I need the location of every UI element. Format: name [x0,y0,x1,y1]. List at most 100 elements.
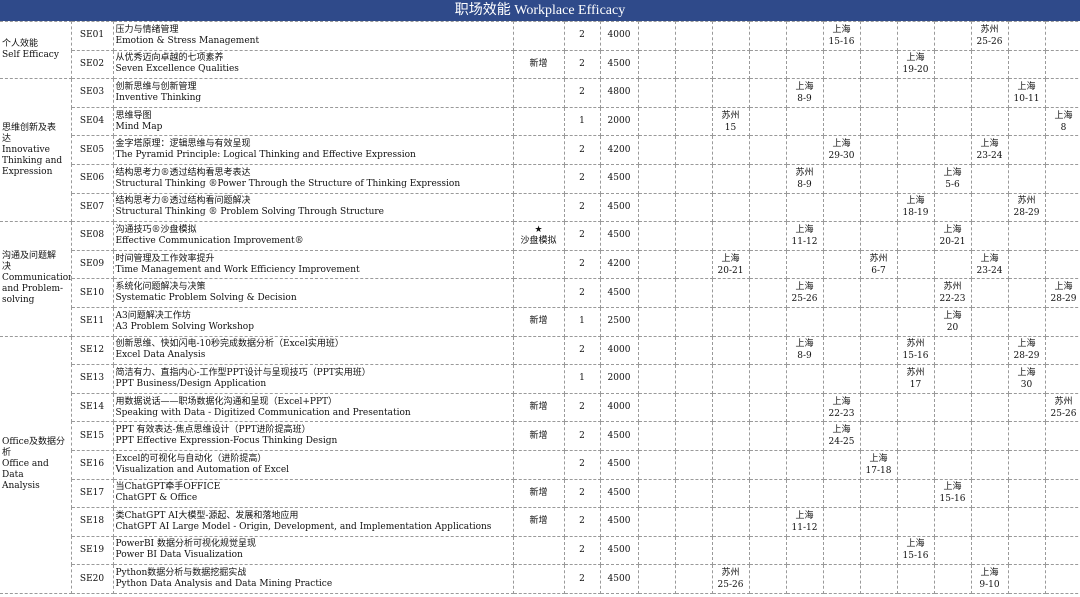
schedule-cell [859,278,898,308]
schedule-cell [822,106,861,137]
table-row: SE06 结构思考力®透过结构看思考表达 Structural Thinking ®… [0,163,1080,194]
table-row: SE18 类ChatGPT AI大模型-源起、发展和落地应用 ChatGPT AI … [0,507,1080,537]
schedule-city: 上海 [1054,282,1073,293]
schedule-cell [711,335,750,366]
table-row: SE19 PowerBI 数据分析可视化规觉呈现 Power BI Data Vis… [0,535,1080,566]
course-name-zh: 系统化问题解决与决策 [115,282,206,293]
schedule-cell [933,249,972,280]
schedule-city: 上海 [795,282,814,293]
schedule-cell [1044,507,1080,537]
schedule-cell [674,106,713,137]
schedule-cell [637,221,676,251]
table-row: SE20 Python数据分析与数据挖掘实战 Python Data Analysi… [0,564,1080,594]
course-days: 2 [563,421,601,451]
course-price: 4200 [599,249,639,280]
schedule-cell: 苏州 22-23 [933,278,972,308]
course-schedule-table: 个人效能 Self Efficacy SE01 压力与情绪管理 Emotion & St… [0,20,1080,594]
schedule-city: 上海 [795,81,814,92]
schedule-cell [970,507,1009,537]
course-name-en: Inventive Thinking [115,92,202,103]
course-price: 4500 [599,478,639,509]
course-code: SE08 [70,221,114,251]
course-days: 2 [563,78,601,108]
schedule-cell [674,221,713,251]
schedule-cell [711,49,750,80]
course-name-en: Effective Communication Improvement® [115,235,304,246]
course-name: 用数据说话——职场数据化沟通和呈现（Excel+PPT） Speaking wit… [112,392,514,423]
course-days: 2 [563,49,601,80]
schedule-cell [822,192,861,223]
schedule-city: 苏州 [906,367,925,378]
course-name-zh: 简洁有力、直指内心-工作型PPT设计与呈现技巧（PPT实用班） [115,367,371,378]
schedule-cell [1007,421,1046,451]
schedule-city: 上海 [906,539,925,550]
schedule-cell [822,535,861,566]
course-price: 4500 [599,163,639,194]
schedule-dates: 8 [1060,122,1067,133]
course-code: SE17 [70,478,114,509]
schedule-cell [711,535,750,566]
schedule-cell: 上海 11-12 [785,221,824,251]
schedule-cell [785,421,824,451]
schedule-city: 苏州 [721,568,740,579]
schedule-cell [748,163,787,194]
schedule-cell [785,249,824,280]
schedule-cell [822,49,861,80]
schedule-cell [711,392,750,423]
schedule-cell: 苏州 6-7 [859,249,898,280]
course-name-zh: 结构思考力®透过结构看问题解决 [115,196,251,207]
schedule-cell: 上海 10-11 [1007,78,1046,108]
schedule-cell [785,106,824,137]
course-price: 2000 [599,364,639,394]
schedule-cell [859,106,898,137]
course-name-en: Emotion & Stress Management [115,35,260,46]
schedule-dates: 10-11 [1013,93,1040,104]
course-name-en: Python Data Analysis and Data Mining Pra… [115,579,333,590]
category-label: 思维创新及表 [2,122,57,133]
schedule-cell [785,564,824,594]
schedule-cell [859,564,898,594]
schedule-dates: 15-16 [939,494,966,505]
schedule-cell [970,192,1009,223]
course-name: 类ChatGPT AI大模型-源起、发展和落地应用 ChatGPT AI Larg… [112,507,514,537]
course-days: 2 [563,335,601,366]
schedule-cell: 上海 15-16 [896,535,935,566]
schedule-cell [933,449,972,480]
schedule-cell [896,221,935,251]
schedule-cell [785,21,824,51]
course-price: 4500 [599,507,639,537]
schedule-cell [674,278,713,308]
schedule-cell [1007,249,1046,280]
schedule-cell [933,564,972,594]
schedule-dates: 20-21 [939,236,966,247]
category-label: Self Efficacy [2,50,59,61]
schedule-cell [1044,135,1080,165]
schedule-cell [674,478,713,509]
schedule-city: 上海 [795,510,814,521]
schedule-cell [896,249,935,280]
course-days: 2 [563,449,601,480]
schedule-dates: 25-26 [1050,408,1077,419]
schedule-dates: 15-16 [902,351,929,362]
course-note: 新增 [512,392,565,423]
course-name: 结构思考力®透过结构看思考表达 Structural Thinking ®Powe… [112,163,514,194]
schedule-dates: 28-29 [1013,351,1040,362]
course-name-zh: 结构思考力®透过结构看思考表达 [115,167,251,178]
schedule-dates: 8-9 [797,351,812,362]
schedule-cell [1007,478,1046,509]
course-note [512,135,565,165]
schedule-cell [1007,392,1046,423]
course-days: 2 [563,535,601,566]
schedule-city: 上海 [980,139,999,150]
course-code: SE05 [70,135,114,165]
schedule-cell: 上海 23-24 [970,135,1009,165]
schedule-cell [637,163,676,194]
schedule-cell: 上海 28-29 [1044,278,1080,308]
schedule-cell: 上海 17-18 [859,449,898,480]
schedule-cell [822,335,861,366]
schedule-dates: 15 [724,122,737,133]
schedule-cell [637,564,676,594]
schedule-cell [822,507,861,537]
category-label: Office and Data [2,459,49,481]
schedule-dates: 19-20 [902,65,929,76]
